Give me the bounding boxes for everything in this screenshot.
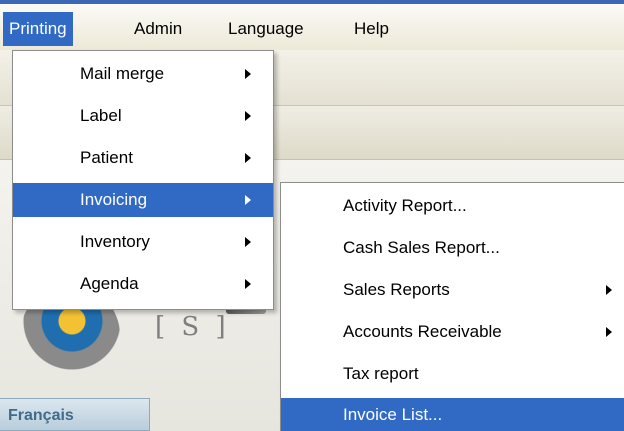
submenu-arrow-icon — [245, 237, 251, 247]
menu-bar: Printing Admin Language Help — [0, 0, 624, 50]
menu-item-sales-reports[interactable]: Sales Reports — [281, 273, 624, 307]
menu-item-label: Activity Report... — [343, 196, 467, 215]
menu-help[interactable]: Help — [348, 12, 395, 46]
menu-item-tax-report[interactable]: Tax report — [281, 357, 624, 391]
menu-item-label-printing[interactable]: Label — [13, 99, 273, 133]
menu-item-label: Invoice List... — [343, 405, 443, 424]
menu-item-label: Sales Reports — [343, 280, 450, 299]
submenu-arrow-icon — [245, 195, 251, 205]
menu-item-label: Cash Sales Report... — [343, 238, 500, 257]
submenu-arrow-icon — [606, 285, 612, 295]
menu-item-cash-sales-report[interactable]: Cash Sales Report... — [281, 231, 624, 265]
submenu-arrow-icon — [245, 279, 251, 289]
menu-item-activity-report[interactable]: Activity Report... — [281, 189, 624, 223]
submenu-arrow-icon — [245, 111, 251, 121]
submenu-arrow-icon — [245, 69, 251, 79]
menu-item-label: Patient — [80, 148, 133, 167]
menu-item-inventory[interactable]: Inventory — [13, 225, 273, 259]
printing-menu: Mail merge Label Patient Invoicing Inven… — [12, 50, 274, 310]
menu-item-patient[interactable]: Patient — [13, 141, 273, 175]
menu-item-agenda[interactable]: Agenda — [13, 267, 273, 301]
menu-item-label: Mail merge — [80, 64, 165, 83]
menu-item-label: Agenda — [80, 274, 139, 293]
menu-item-invoice-list[interactable]: Invoice List... — [281, 398, 624, 431]
submenu-arrow-icon — [606, 327, 612, 337]
invoicing-submenu: Activity Report... Cash Sales Report... … — [280, 182, 624, 431]
menu-language[interactable]: Language — [222, 12, 310, 46]
language-tab-francais[interactable]: Français — [0, 398, 150, 431]
menu-item-accounts-receivable[interactable]: Accounts Receivable — [281, 315, 624, 349]
menu-item-label: Inventory — [80, 232, 150, 251]
menu-item-label: Accounts Receivable — [343, 322, 502, 341]
menu-item-label: Label — [80, 106, 122, 125]
submenu-arrow-icon — [245, 153, 251, 163]
menu-item-invoicing[interactable]: Invoicing — [13, 183, 273, 217]
menu-item-mail-merge[interactable]: Mail merge — [13, 57, 273, 91]
menu-admin[interactable]: Admin — [128, 12, 188, 46]
menu-printing[interactable]: Printing — [3, 12, 73, 46]
menu-item-label: Invoicing — [80, 190, 148, 209]
logo-mark: [ S ] — [155, 312, 230, 342]
menu-item-label: Tax report — [343, 364, 419, 383]
